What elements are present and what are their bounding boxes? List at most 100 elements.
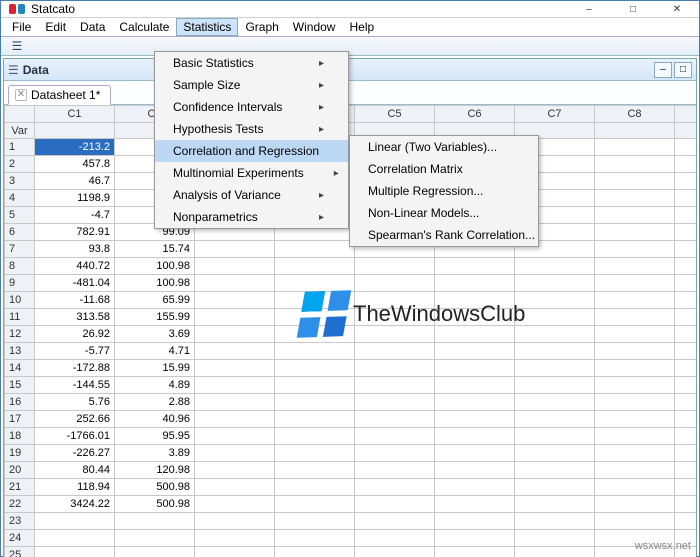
row-header[interactable]: 15 <box>5 377 35 394</box>
cell[interactable]: 26.92 <box>35 326 115 343</box>
cell[interactable] <box>595 445 675 462</box>
cell[interactable] <box>355 377 435 394</box>
var-cell[interactable] <box>595 123 675 139</box>
menu-item[interactable]: Non-Linear Models... <box>350 202 538 224</box>
cell[interactable] <box>515 360 595 377</box>
cell[interactable] <box>675 428 697 445</box>
cell[interactable]: 782.91 <box>35 224 115 241</box>
row-header[interactable]: 4 <box>5 190 35 207</box>
cell[interactable] <box>435 496 515 513</box>
row-header[interactable]: 6 <box>5 224 35 241</box>
maximize-button[interactable]: □ <box>611 1 655 17</box>
cell[interactable] <box>435 462 515 479</box>
cell[interactable] <box>435 479 515 496</box>
cell[interactable] <box>195 309 275 326</box>
cell[interactable] <box>195 241 275 258</box>
row-header[interactable]: 16 <box>5 394 35 411</box>
cell[interactable] <box>435 513 515 530</box>
cell[interactable] <box>275 275 355 292</box>
cell[interactable] <box>595 428 675 445</box>
cell[interactable] <box>435 275 515 292</box>
row-header[interactable]: 11 <box>5 309 35 326</box>
cell[interactable] <box>275 377 355 394</box>
cell[interactable] <box>595 360 675 377</box>
cell[interactable] <box>195 377 275 394</box>
cell[interactable] <box>595 292 675 309</box>
cell[interactable] <box>515 377 595 394</box>
column-header[interactable]: C9 <box>675 106 697 123</box>
cell[interactable] <box>515 258 595 275</box>
cell[interactable] <box>435 530 515 547</box>
cell[interactable]: 118.94 <box>35 479 115 496</box>
cell[interactable]: 46.7 <box>35 173 115 190</box>
cell[interactable]: 80.44 <box>35 462 115 479</box>
cell[interactable] <box>675 462 697 479</box>
cell[interactable] <box>595 377 675 394</box>
cell[interactable] <box>595 258 675 275</box>
cell[interactable] <box>675 241 697 258</box>
cell[interactable] <box>35 547 115 557</box>
cell[interactable] <box>355 258 435 275</box>
cell[interactable]: 95.95 <box>115 428 195 445</box>
row-header[interactable]: 23 <box>5 513 35 530</box>
cell[interactable] <box>275 326 355 343</box>
row-header[interactable]: 19 <box>5 445 35 462</box>
corner-cell[interactable] <box>5 106 35 123</box>
cell[interactable] <box>595 275 675 292</box>
var-cell[interactable] <box>675 123 697 139</box>
cell[interactable] <box>595 309 675 326</box>
cell[interactable] <box>435 377 515 394</box>
cell[interactable]: 3.69 <box>115 326 195 343</box>
cell[interactable]: 1198.9 <box>35 190 115 207</box>
cell[interactable] <box>595 156 675 173</box>
cell[interactable] <box>355 411 435 428</box>
menu-item[interactable]: Sample Size▸ <box>155 74 348 96</box>
cell[interactable] <box>275 241 355 258</box>
cell[interactable] <box>195 343 275 360</box>
cell[interactable] <box>195 275 275 292</box>
cell[interactable] <box>195 445 275 462</box>
cell[interactable] <box>675 360 697 377</box>
menu-item[interactable]: Correlation Matrix <box>350 158 538 180</box>
menu-item[interactable]: Spearman's Rank Correlation... <box>350 224 538 246</box>
cell[interactable] <box>515 292 595 309</box>
cell[interactable]: 15.99 <box>115 360 195 377</box>
close-button[interactable]: ✕ <box>655 1 699 17</box>
cell[interactable] <box>675 411 697 428</box>
menu-item[interactable]: Hypothesis Tests▸ <box>155 118 348 140</box>
cell[interactable]: 500.98 <box>115 496 195 513</box>
cell[interactable] <box>515 530 595 547</box>
cell[interactable] <box>355 360 435 377</box>
cell[interactable] <box>515 411 595 428</box>
cell[interactable] <box>515 428 595 445</box>
cell[interactable] <box>355 462 435 479</box>
cell[interactable] <box>515 394 595 411</box>
menu-calculate[interactable]: Calculate <box>112 18 176 36</box>
cell[interactable] <box>355 513 435 530</box>
cell[interactable] <box>195 360 275 377</box>
cell[interactable]: 120.98 <box>115 462 195 479</box>
cell[interactable] <box>515 309 595 326</box>
cell[interactable]: -481.04 <box>35 275 115 292</box>
cell[interactable] <box>595 241 675 258</box>
cell[interactable] <box>515 275 595 292</box>
cell[interactable] <box>355 547 435 557</box>
menu-graph[interactable]: Graph <box>238 18 285 36</box>
cell[interactable]: -226.27 <box>35 445 115 462</box>
row-header[interactable]: 22 <box>5 496 35 513</box>
cell[interactable] <box>195 462 275 479</box>
cell[interactable] <box>195 292 275 309</box>
cell[interactable] <box>195 479 275 496</box>
cell[interactable] <box>675 394 697 411</box>
cell[interactable] <box>195 411 275 428</box>
cell[interactable]: 457.8 <box>35 156 115 173</box>
cell[interactable]: -11.68 <box>35 292 115 309</box>
menu-window[interactable]: Window <box>286 18 343 36</box>
cell[interactable] <box>595 496 675 513</box>
cell[interactable] <box>275 530 355 547</box>
cell[interactable]: -1766.01 <box>35 428 115 445</box>
cell[interactable] <box>115 513 195 530</box>
cell[interactable] <box>275 258 355 275</box>
menu-item[interactable]: Multinomial Experiments▸ <box>155 162 348 184</box>
cell[interactable] <box>515 547 595 557</box>
